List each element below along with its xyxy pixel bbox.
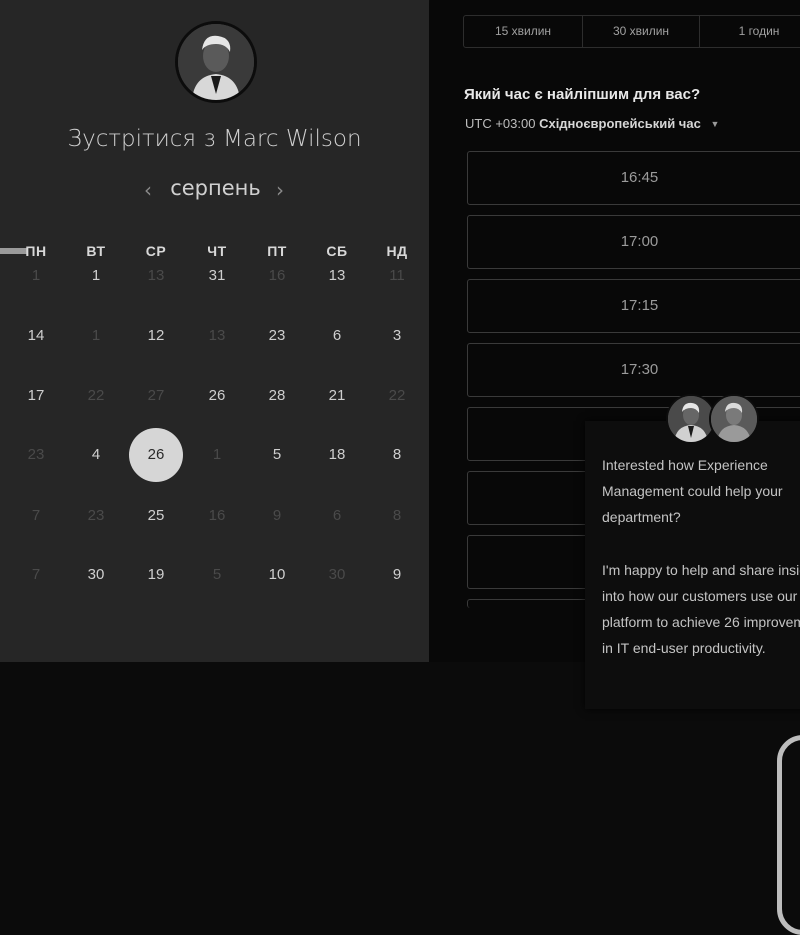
duration-option[interactable]: 15 хвилин [464, 16, 583, 47]
calendar-day[interactable]: 8 [375, 440, 419, 470]
calendar-day[interactable]: 5 [255, 440, 299, 470]
calendar-day[interactable]: 3 [375, 321, 419, 351]
calendar-day[interactable]: 6 [315, 321, 359, 351]
calendar-day: 22 [87, 387, 105, 404]
calendar-day: 13 [147, 267, 165, 284]
calendar-day[interactable]: 19 [134, 560, 178, 590]
timezone-name: Східноєвропейський час [539, 116, 701, 131]
calendar-day: 22 [388, 387, 406, 404]
timezone-selector[interactable]: UTC +03:00 Східноєвропейський час ▼ [465, 116, 719, 131]
weekday-label: ВТ [86, 243, 106, 259]
weekday-label: ПН [25, 243, 47, 259]
calendar-day[interactable]: 13 [315, 261, 359, 291]
host-avatar [175, 21, 257, 103]
calendar-day[interactable]: 1 [74, 261, 118, 291]
timezone-offset: UTC +03:00 [465, 116, 536, 131]
calendar-day[interactable]: 9 [375, 560, 419, 590]
weekday-label: ПТ [267, 243, 287, 259]
time-slot[interactable]: 17:15 [467, 279, 800, 333]
month-label: серпень [170, 176, 261, 200]
calendar-day: 16 [268, 267, 286, 284]
calendar-day[interactable]: 28 [255, 381, 299, 411]
calendar-day: 7 [31, 507, 41, 524]
calendar-day[interactable]: 30 [74, 560, 118, 590]
caret-down-icon: ▼ [710, 119, 720, 129]
calendar-day: 23 [27, 446, 45, 463]
calendar-day: 1 [91, 327, 101, 344]
time-slot[interactable]: 17:00 [467, 215, 800, 269]
calendar-day: 30 [328, 566, 346, 583]
chat-message-1: Interested how Experience Management cou… [602, 457, 783, 526]
calendar-day[interactable]: 31 [195, 261, 239, 291]
calendar-day: 16 [208, 507, 226, 524]
chat-launcher[interactable] [777, 735, 800, 935]
time-question: Який час є найліпшим для вас? [464, 86, 701, 103]
calendar-day[interactable]: 12 [134, 321, 178, 351]
duration-option[interactable]: 1 годин [700, 16, 800, 47]
calendar-day: 7 [31, 566, 41, 583]
agent-avatar [709, 394, 759, 444]
month-navigation: ‹ серпень › [0, 176, 429, 206]
time-slot[interactable]: 16:45 [467, 151, 800, 205]
duration-selector: 15 хвилин 30 хвилин 1 годин [463, 15, 800, 48]
calendar-day[interactable]: 14 [14, 321, 58, 351]
calendar-day: 1 [31, 267, 41, 284]
chat-message-2: I'm happy to help and share insight into… [602, 561, 800, 657]
calendar-day: 13 [208, 327, 226, 344]
calendar-day[interactable]: 10 [255, 560, 299, 590]
weekday-label: ЧТ [207, 243, 227, 259]
calendar-day: 8 [392, 507, 402, 524]
calendar-day: 23 [87, 507, 105, 524]
calendar-day: 11 [389, 267, 405, 284]
weekday-label: СР [145, 243, 167, 259]
chevron-right-icon[interactable]: › [276, 178, 284, 202]
calendar-day[interactable]: 26 [195, 381, 239, 411]
time-slot[interactable]: 17:30 [467, 343, 800, 397]
weekday-label: СБ [326, 243, 348, 259]
meeting-title: Зустрітися з Marc Wilson [67, 126, 362, 152]
calendar-day-selected[interactable]: 26 [129, 428, 183, 482]
weekday-label: НД [386, 243, 408, 259]
chat-message: Interested how Experience Management cou… [602, 452, 800, 661]
calendar-day[interactable]: 4 [74, 440, 118, 470]
duration-option[interactable]: 30 хвилин [583, 16, 700, 47]
calendar-day: 27 [147, 387, 165, 404]
calendar-day: 9 [272, 507, 282, 524]
calendar-day: 6 [332, 507, 342, 524]
calendar-day: 5 [212, 566, 222, 583]
calendar-day[interactable]: 17 [14, 381, 58, 411]
calendar-day[interactable]: 23 [255, 321, 299, 351]
calendar-day[interactable]: 21 [315, 381, 359, 411]
calendar-day[interactable]: 25 [134, 501, 178, 531]
calendar-day: 1 [212, 446, 222, 463]
calendar-day[interactable]: 18 [315, 440, 359, 470]
